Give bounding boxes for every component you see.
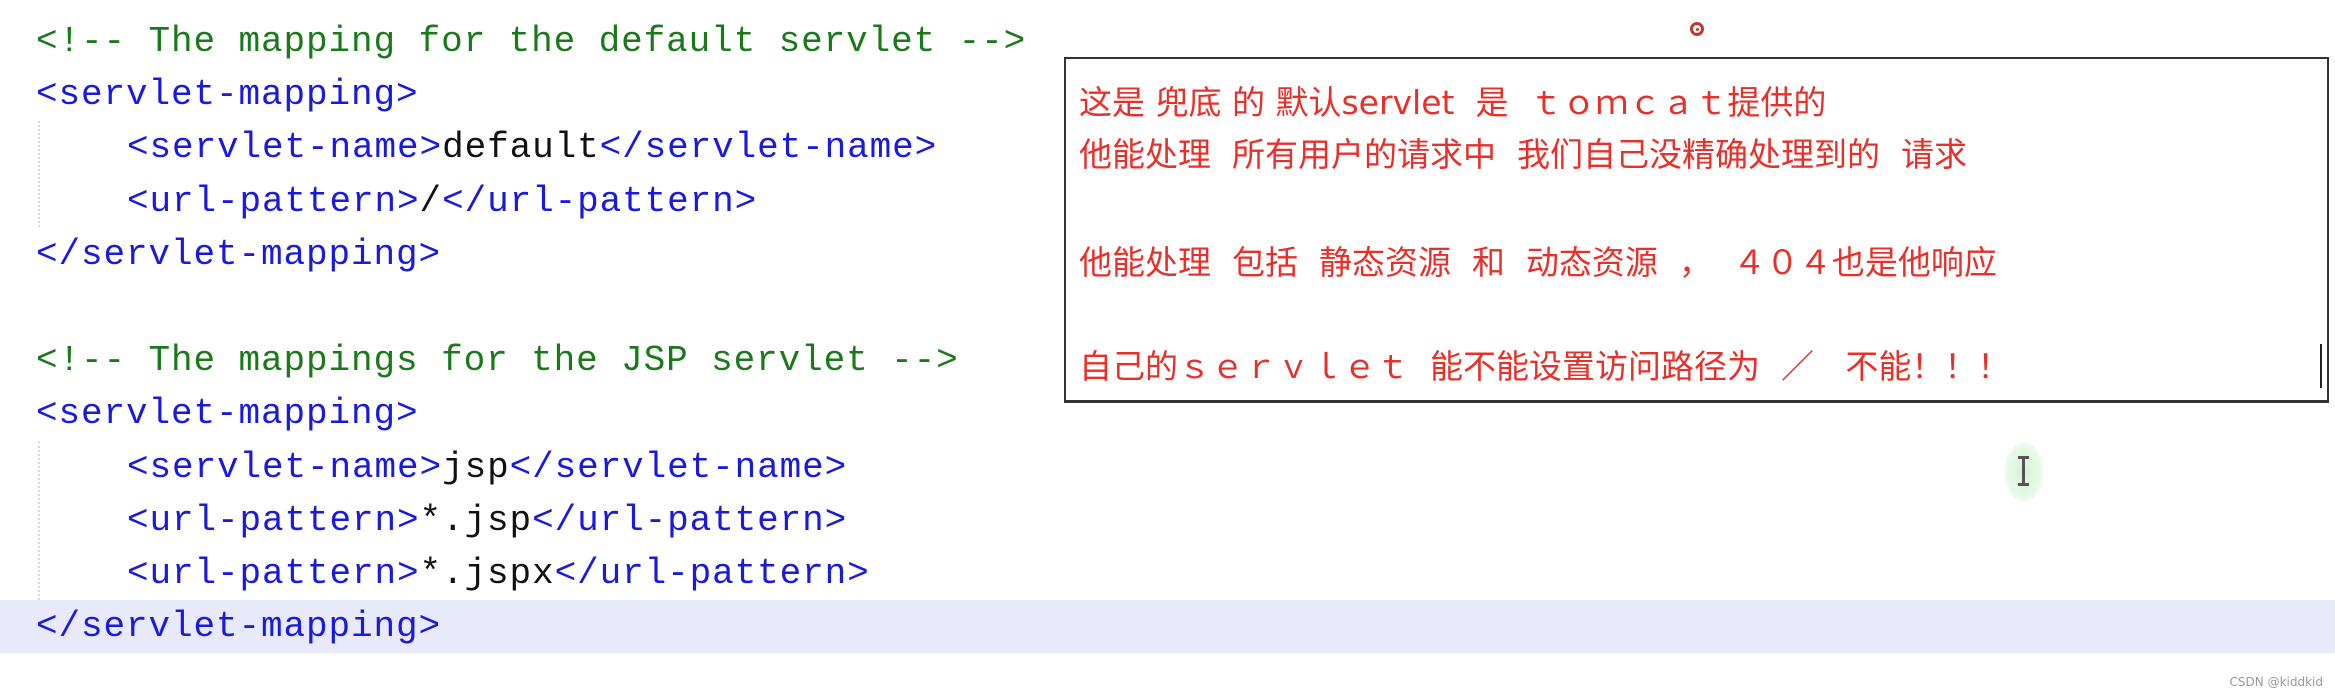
xml-comment: <!-- The mappings for the JSP servlet --… — [36, 340, 959, 382]
annotation-line: 他能处理 包括 静态资源 和 动态资源 ， ４０４也是他响应 — [1079, 243, 1997, 282]
swirl-icon — [1690, 22, 1704, 36]
xml-tag: </url-pattern> — [554, 552, 870, 594]
xml-tag: <url-pattern> — [127, 180, 420, 222]
xml-tag: <url-pattern> — [127, 552, 420, 594]
xml-tag: <url-pattern> — [127, 499, 420, 541]
ibeam-cursor-icon — [2004, 442, 2044, 502]
xml-tag: </servlet-mapping> — [36, 233, 442, 275]
text-caret — [2320, 344, 2322, 388]
code-line-current[interactable]: </servlet-mapping> — [0, 600, 2335, 654]
annotation-line: 这是 兜底 的 默认servlet 是 ｔｏｍｃａｔ提供的 — [1079, 83, 1827, 122]
xml-tag: </url-pattern> — [442, 180, 758, 222]
xml-value: *.jspx — [419, 552, 555, 594]
xml-tag: <servlet-name> — [127, 127, 443, 169]
code-line[interactable]: <url-pattern>*.jsp</url-pattern> — [0, 494, 2335, 547]
xml-tag: </servlet-mapping> — [36, 606, 442, 648]
xml-value: jsp — [442, 446, 510, 488]
xml-tag: </servlet-name> — [509, 446, 848, 488]
xml-tag: </servlet-name> — [599, 127, 938, 169]
code-line[interactable]: <url-pattern>*.jspx</url-pattern> — [0, 547, 2335, 600]
xml-tag: <servlet-mapping> — [36, 74, 419, 116]
annotation-line: 自己的ｓｅｒｖｌｅｔ 能不能设置访问路径为 ／ 不能！！！ — [1079, 347, 2011, 386]
xml-comment: <!-- The mapping for the default servlet… — [36, 21, 1027, 62]
watermark: CSDN @kiddkid — [2229, 675, 2323, 689]
xml-tag: </url-pattern> — [532, 499, 848, 541]
xml-tag: <servlet-mapping> — [36, 393, 419, 435]
annotation-line: 他能处理 所有用户的请求中 我们自己没精确处理到的 请求 — [1079, 135, 1967, 174]
xml-value: default — [442, 127, 600, 169]
xml-value: / — [419, 180, 443, 222]
xml-tag: <servlet-name> — [127, 446, 443, 488]
annotation-textbox[interactable]: 这是 兜底 的 默认servlet 是 ｔｏｍｃａｔ提供的 他能处理 所有用户的… — [1064, 57, 2329, 403]
xml-value: *.jsp — [419, 499, 533, 541]
code-line[interactable]: <servlet-name>jsp</servlet-name> — [0, 441, 2335, 494]
